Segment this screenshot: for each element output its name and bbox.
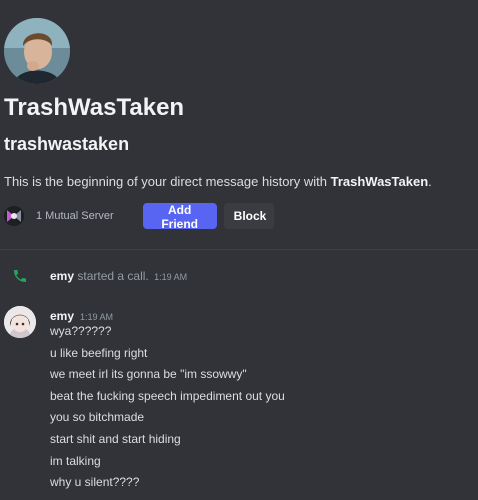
mutual-server-icon[interactable] — [4, 206, 24, 226]
message-line: why u silent???? — [50, 475, 140, 490]
add-friend-button[interactable]: Add Friend — [142, 203, 217, 231]
message-line: im talking — [50, 453, 101, 468]
intro-name: TrashWasTaken — [330, 174, 429, 189]
message-line: beat the fucking speech impediment out y… — [50, 388, 285, 403]
message-line: wya?????? — [50, 324, 112, 338]
message-header: emy 1:19 AM — [50, 307, 113, 325]
message-line: start shit and start hiding — [50, 431, 181, 446]
call-action: started a call. — [74, 269, 149, 283]
intro-prefix: This is the beginning of your direct mes… — [4, 174, 331, 189]
message-avatar-image — [4, 306, 36, 338]
message-line: u like beefing right — [50, 345, 148, 360]
message-line: you so bitchmade — [50, 410, 145, 425]
divider — [0, 249, 478, 250]
mutual-server-link[interactable]: 1 Mutual Server — [36, 210, 114, 222]
message-line: we meet irl its gonna be "im ssowwy" — [50, 367, 247, 382]
call-text: emy started a call. 1:19 AM — [50, 269, 187, 283]
call-author[interactable]: emy — [50, 269, 74, 283]
block-button[interactable]: Block — [223, 203, 274, 229]
phone-icon — [12, 268, 28, 284]
call-timestamp: 1:19 AM — [154, 272, 188, 282]
intro-suffix: . — [428, 174, 432, 189]
profile-username: trashwastaken — [4, 134, 130, 154]
message-timestamp: 1:19 AM — [80, 312, 114, 322]
message-avatar[interactable] — [4, 306, 36, 338]
profile-avatar[interactable] — [4, 18, 70, 84]
profile-display-name: TrashWasTaken — [4, 94, 185, 121]
avatar-image — [4, 18, 70, 84]
dm-intro-text: This is the beginning of your direct mes… — [4, 174, 432, 189]
server-icon-image — [4, 206, 24, 226]
message-list: wya?????? u like beefing right we meet i… — [50, 324, 285, 497]
mutual-row: 1 Mutual Server Add Friend Block — [4, 203, 474, 231]
message-author[interactable]: emy — [50, 309, 74, 323]
call-system-message: emy started a call. 1:19 AM — [0, 266, 478, 286]
